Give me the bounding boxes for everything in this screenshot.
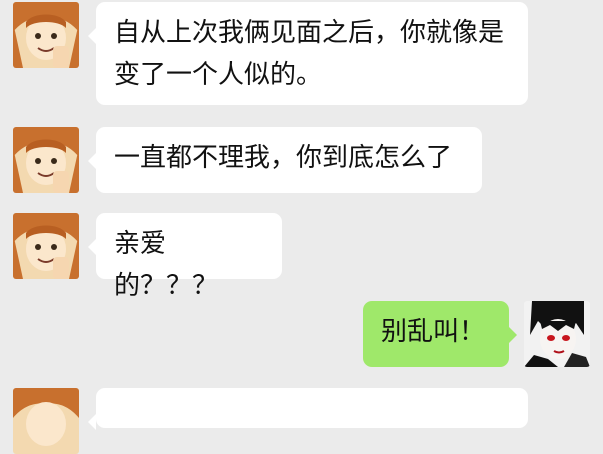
- boy-avatar[interactable]: [524, 301, 590, 367]
- message-bubble[interactable]: 自从上次我俩见面之后，你就像是变了一个人似的。: [88, 2, 528, 105]
- chat-area: 自从上次我俩见面之后，你就像是变了一个人似的。 一直都不理我，你到底怎么了 亲爱…: [0, 0, 603, 454]
- message-bubble[interactable]: 亲爱的？？？: [88, 213, 282, 301]
- message-bubble-self[interactable]: 别乱叫！: [363, 301, 517, 367]
- message-bubble[interactable]: [88, 388, 528, 430]
- girl-avatar[interactable]: [13, 388, 79, 454]
- message-text: 一直都不理我，你到底怎么了: [114, 143, 453, 173]
- message-bubble[interactable]: 一直都不理我，你到底怎么了: [88, 127, 482, 193]
- girl-avatar[interactable]: [13, 127, 79, 193]
- message-text: 亲爱的？？？: [114, 229, 219, 301]
- message-text: 别乱叫！: [381, 317, 486, 347]
- girl-avatar[interactable]: [13, 2, 79, 68]
- girl-avatar[interactable]: [13, 213, 79, 279]
- message-text: 自从上次我俩见面之后，你就像是变了一个人似的。: [114, 18, 505, 90]
